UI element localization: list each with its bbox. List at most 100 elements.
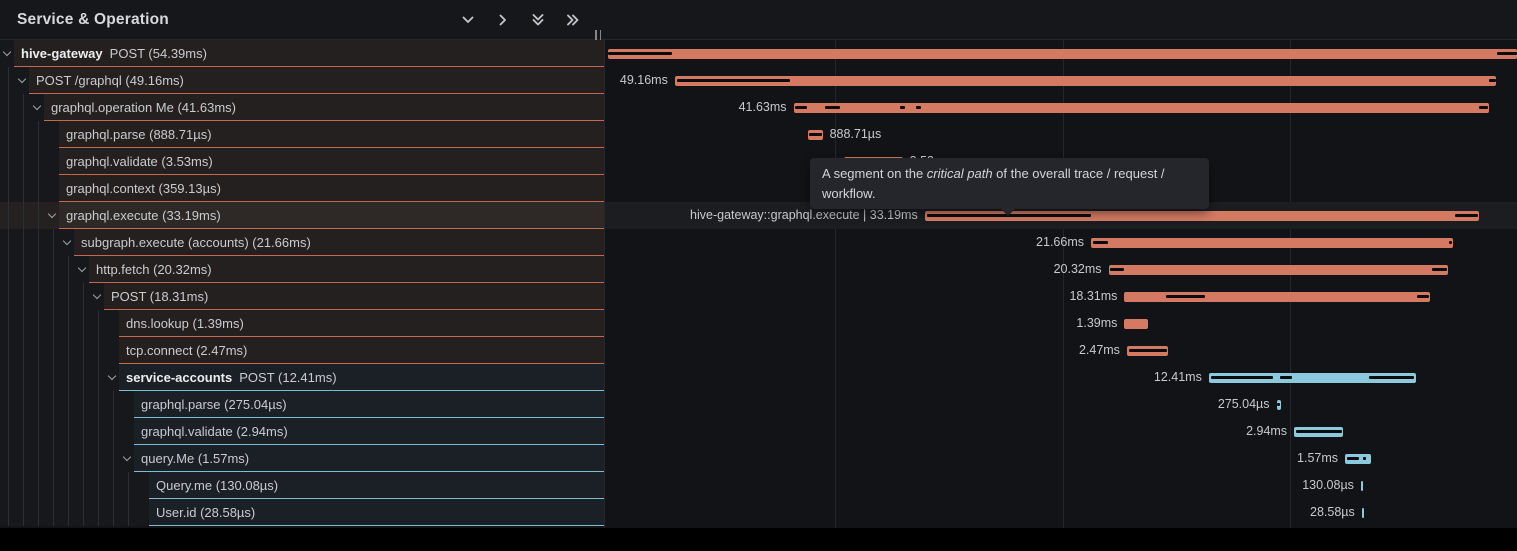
span-duration-label: 20.32ms xyxy=(1054,256,1102,283)
span-row[interactable]: subgraph.execute (accounts) (21.66ms) xyxy=(0,229,604,256)
span-row[interactable]: query.Me (1.57ms) xyxy=(0,445,604,472)
span-row[interactable]: dns.lookup (1.39ms) xyxy=(0,310,604,337)
span-bar[interactable] xyxy=(1362,508,1365,518)
span-duration-label: 888.71µs xyxy=(830,121,882,148)
indent-guide xyxy=(83,283,84,526)
span-operation-label: graphql.parse (888.71µs) xyxy=(66,127,212,142)
span-bar[interactable] xyxy=(1361,481,1364,491)
chevron-down-icon[interactable] xyxy=(108,372,116,380)
tooltip-text: A segment on the xyxy=(822,166,927,181)
waterfall-row xyxy=(605,40,1517,67)
chevron-down-icon[interactable] xyxy=(78,264,86,272)
critical-path-segment xyxy=(1129,349,1167,352)
chevron-down-icon[interactable] xyxy=(93,291,101,299)
panel-resize-handle[interactable] xyxy=(595,27,605,37)
span-duration-label: 130.08µs xyxy=(1302,472,1354,499)
span-row[interactable]: graphql.validate (2.94ms) xyxy=(0,418,604,445)
critical-path-segment xyxy=(1211,376,1273,379)
tooltip-text: of the overall trace / request / xyxy=(993,166,1165,181)
chevron-right-button[interactable] xyxy=(494,11,512,29)
span-bar[interactable] xyxy=(1124,319,1147,329)
critical-path-segment xyxy=(1166,295,1205,298)
span-bar[interactable] xyxy=(794,103,1490,113)
span-row[interactable]: graphql.validate (3.53ms) xyxy=(0,148,604,175)
span-row[interactable]: graphql.execute (33.19ms) xyxy=(0,202,604,229)
critical-path-segment xyxy=(795,106,807,109)
span-duration-label: 18.31ms xyxy=(1069,283,1117,310)
span-operation-label: graphql.validate (2.94ms) xyxy=(141,424,288,439)
waterfall-row: 275.04µs xyxy=(605,391,1517,418)
span-operation-label: POST (12.41ms) xyxy=(239,370,336,385)
chevron-down-icon[interactable] xyxy=(63,237,71,245)
span-row[interactable]: service-accounts POST (12.41ms) xyxy=(0,364,604,391)
span-operation-label: tcp.connect (2.47ms) xyxy=(126,343,247,358)
waterfall-row: 21.66ms xyxy=(605,229,1517,256)
span-operation-label: POST (54.39ms) xyxy=(110,46,207,61)
span-row[interactable]: graphql.context (359.13µs) xyxy=(0,175,604,202)
double-chevron-down-icon xyxy=(529,11,547,29)
span-operation-label: subgraph.execute (accounts) (21.66ms) xyxy=(81,235,311,250)
waterfall-row: 1.57ms xyxy=(605,445,1517,472)
chevron-down-icon[interactable] xyxy=(3,48,11,56)
critical-path-segment xyxy=(1432,268,1447,271)
critical-path-segment xyxy=(809,133,822,136)
span-row[interactable]: hive-gatewayPOST (54.39ms) xyxy=(0,40,604,67)
span-bar[interactable] xyxy=(608,49,1517,59)
indent-guide xyxy=(23,94,24,526)
span-operation-label: graphql.validate (3.53ms) xyxy=(66,154,213,169)
service-name: service-accounts xyxy=(126,370,232,385)
chevron-down-icon[interactable] xyxy=(18,75,26,83)
indent-guide xyxy=(68,256,69,526)
critical-path-segment xyxy=(608,52,672,55)
span-row[interactable]: POST (18.31ms) xyxy=(0,283,604,310)
span-duration-label: 41.63ms xyxy=(739,94,787,121)
span-row[interactable]: http.fetch (20.32ms) xyxy=(0,256,604,283)
span-duration-label: 28.58µs xyxy=(1310,499,1355,526)
indent-guide xyxy=(38,121,39,526)
double-chevron-right-icon xyxy=(564,11,582,29)
chevron-down-icon xyxy=(459,11,477,29)
waterfall-rows: 49.16ms41.63ms888.71µs3.53ms359.13µshive… xyxy=(605,40,1517,526)
tooltip-italic-text: critical path xyxy=(927,166,993,181)
double-chevron-down-button[interactable] xyxy=(529,11,547,29)
critical-path-segment xyxy=(677,79,791,82)
waterfall-row: 1.39ms xyxy=(605,310,1517,337)
span-row[interactable]: graphql.operation Me (41.63ms) xyxy=(0,94,604,121)
span-row[interactable]: graphql.parse (888.71µs) xyxy=(0,121,604,148)
waterfall-row: 2.47ms xyxy=(605,337,1517,364)
double-chevron-right-button[interactable] xyxy=(564,11,582,29)
critical-path-segment xyxy=(1479,106,1489,109)
span-bar[interactable] xyxy=(1091,238,1453,248)
waterfall-row: 28.58µs xyxy=(605,499,1517,526)
chevron-down-icon[interactable] xyxy=(123,453,131,461)
span-duration-label: 12.41ms xyxy=(1154,364,1202,391)
span-row[interactable]: tcp.connect (2.47ms) xyxy=(0,337,604,364)
tree-header: Service & Operation xyxy=(0,0,604,40)
critical-path-segment xyxy=(1280,376,1292,379)
span-duration-label: 21.66ms xyxy=(1036,229,1084,256)
span-duration-label: 1.39ms xyxy=(1076,310,1117,337)
span-row[interactable]: graphql.parse (275.04µs) xyxy=(0,391,604,418)
span-row[interactable]: Query.me (130.08µs) xyxy=(0,472,604,499)
waterfall-row: 2.94ms xyxy=(605,418,1517,445)
critical-path-segment xyxy=(1296,430,1342,433)
span-operation-label: query.Me (1.57ms) xyxy=(141,451,249,466)
span-bar[interactable] xyxy=(675,76,1497,86)
critical-path-segment xyxy=(1110,268,1123,271)
waterfall-row: 20.32ms xyxy=(605,256,1517,283)
span-operation-label: http.fetch (20.32ms) xyxy=(96,262,212,277)
span-operation-label: User.id (28.58µs) xyxy=(156,505,255,520)
critical-path-tooltip: A segment on the critical path of the ov… xyxy=(810,158,1209,209)
span-operation-label: POST /graphql (49.16ms) xyxy=(36,73,184,88)
span-operation-label: POST (18.31ms) xyxy=(111,289,208,304)
span-row[interactable]: User.id (28.58µs) xyxy=(0,499,604,526)
waterfall-row: 49.16ms xyxy=(605,67,1517,94)
span-row[interactable]: POST /graphql (49.16ms) xyxy=(0,67,604,94)
critical-path-segment xyxy=(1455,214,1478,217)
critical-path-segment xyxy=(1347,457,1360,460)
chevron-down-icon[interactable] xyxy=(33,102,41,110)
span-bar[interactable] xyxy=(1109,265,1449,275)
chevron-down-button[interactable] xyxy=(459,11,477,29)
chevron-down-icon[interactable] xyxy=(48,210,56,218)
tooltip-text: workflow. xyxy=(822,186,875,201)
